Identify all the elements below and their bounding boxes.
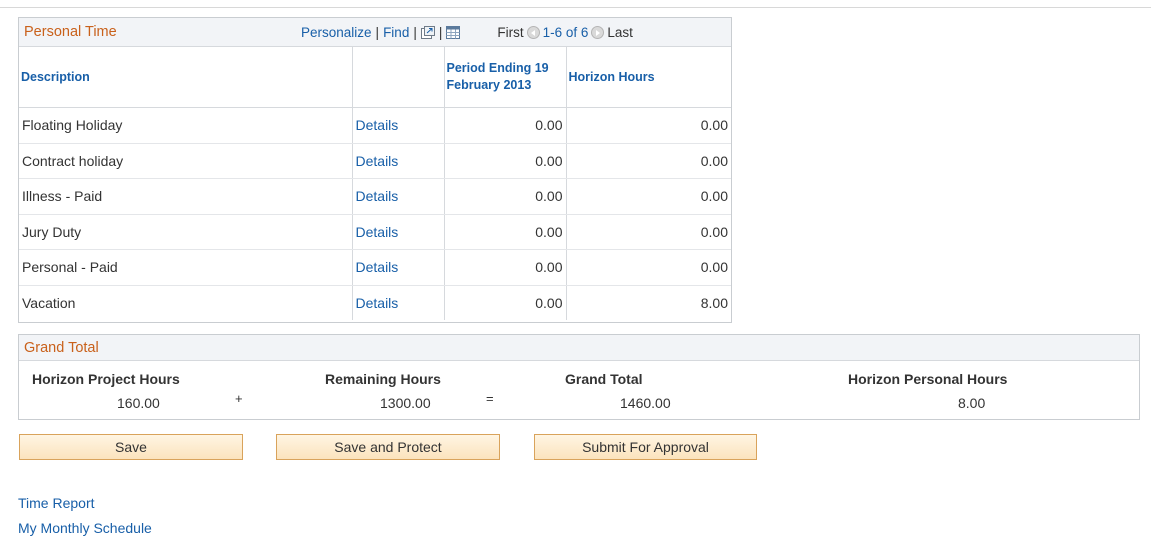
last-label: Last	[607, 25, 633, 40]
details-link[interactable]: Details	[356, 117, 399, 133]
grid-navigation: Personalize | Find | | First 1-6 of 6 La…	[301, 25, 633, 40]
previous-arrow-icon[interactable]	[526, 26, 540, 39]
horizon-hours-cell: 0.00	[566, 143, 731, 179]
horizon-hours-cell: 0.00	[566, 107, 731, 144]
time-report-link[interactable]: Time Report	[18, 495, 95, 511]
table-row: Personal - Paid Details 0.00 0.00	[19, 249, 731, 286]
description-cell: Jury Duty	[19, 214, 353, 250]
remaining-hours-label: Remaining Hours	[325, 371, 441, 387]
submit-for-approval-button[interactable]: Submit For Approval	[534, 434, 757, 460]
details-link[interactable]: Details	[356, 259, 399, 275]
row-range: 1-6 of 6	[542, 25, 589, 40]
personalize-link[interactable]: Personalize	[301, 25, 372, 40]
grand-total-label: Grand Total	[565, 371, 643, 387]
plus-operator: +	[235, 391, 243, 406]
top-divider	[0, 7, 1151, 8]
details-link[interactable]: Details	[356, 295, 399, 311]
horizon-hours-cell: 0.00	[566, 178, 731, 215]
next-arrow-icon[interactable]	[591, 26, 605, 39]
grand-total-title: Grand Total	[24, 340, 99, 356]
column-header-details	[352, 47, 445, 108]
horizon-personal-hours-value: 8.00	[958, 395, 986, 411]
period-hours-cell: 0.00	[444, 107, 567, 144]
horizon-project-hours-label: Horizon Project Hours	[32, 371, 180, 387]
period-hours-cell: 0.00	[444, 178, 567, 215]
description-cell: Personal - Paid	[19, 249, 353, 286]
personal-time-grid: Personal Time Personalize | Find | | Fir…	[18, 17, 732, 323]
period-hours-cell: 0.00	[444, 249, 567, 286]
table-header-row: Description Period Ending 19 February 20…	[19, 47, 731, 108]
new-window-icon[interactable]	[420, 26, 435, 39]
my-monthly-schedule-link[interactable]: My Monthly Schedule	[18, 520, 152, 536]
personal-time-table: Description Period Ending 19 February 20…	[19, 47, 731, 320]
details-link[interactable]: Details	[356, 153, 399, 169]
save-button[interactable]: Save	[19, 434, 243, 460]
horizon-hours-cell: 0.00	[566, 214, 731, 250]
description-cell: Floating Holiday	[19, 107, 353, 144]
personal-time-header: Personal Time Personalize | Find | | Fir…	[19, 18, 731, 47]
column-header-period-ending[interactable]: Period Ending 19 February 2013	[444, 47, 567, 108]
first-label: First	[497, 25, 524, 40]
horizon-project-hours-value: 160.00	[117, 395, 160, 411]
equals-operator: =	[486, 391, 494, 406]
table-row: Jury Duty Details 0.00 0.00	[19, 214, 731, 250]
remaining-hours-value: 1300.00	[380, 395, 431, 411]
period-hours-cell: 0.00	[444, 143, 567, 179]
save-and-protect-button[interactable]: Save and Protect	[276, 434, 500, 460]
horizon-personal-hours-label: Horizon Personal Hours	[848, 371, 1008, 387]
column-header-description[interactable]: Description	[19, 47, 353, 108]
column-header-horizon-hours[interactable]: Horizon Hours	[566, 47, 731, 108]
description-cell: Contract holiday	[19, 143, 353, 179]
spreadsheet-icon[interactable]	[446, 26, 461, 39]
horizon-hours-cell: 8.00	[700, 294, 728, 311]
personal-time-title: Personal Time	[24, 24, 117, 40]
details-link[interactable]: Details	[356, 224, 399, 240]
horizon-hours-cell: 0.00	[566, 249, 731, 286]
table-row: Illness - Paid Details 0.00 0.00	[19, 178, 731, 215]
grand-total-panel: Grand Total Horizon Project Hours 160.00…	[18, 334, 1140, 420]
description-cell: Vacation	[19, 285, 353, 320]
table-row: Contract holiday Details 0.00 0.00	[19, 143, 731, 179]
description-cell: Illness - Paid	[19, 178, 353, 215]
find-link[interactable]: Find	[383, 25, 409, 40]
period-hours-cell: 0.00	[444, 214, 567, 250]
period-hours-cell: 0.00	[444, 285, 567, 320]
grand-total-value: 1460.00	[620, 395, 671, 411]
grand-total-header: Grand Total	[19, 335, 1139, 361]
table-row: Vacation Details 0.00 8.00	[19, 285, 731, 320]
table-row: Floating Holiday Details 0.00 0.00	[19, 107, 731, 144]
details-link[interactable]: Details	[356, 188, 399, 204]
